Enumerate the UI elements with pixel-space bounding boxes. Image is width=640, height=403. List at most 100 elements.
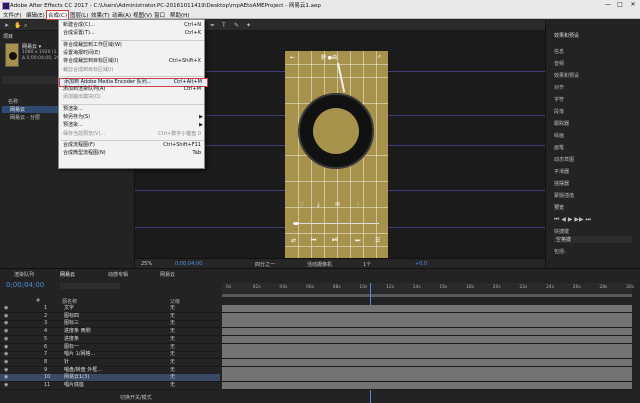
panel-item-brushes[interactable]: 画笔 [554, 144, 564, 151]
layer-parent-select[interactable]: 无 [170, 313, 175, 320]
pen-tool-icon[interactable]: ✒ [210, 22, 215, 29]
layer-parent-select[interactable]: 无 [170, 374, 175, 381]
panel-item-info[interactable]: 信息 [554, 48, 564, 55]
comp-name[interactable]: 网易云 ▾ [22, 43, 41, 50]
project-tab[interactable]: 项目 [3, 33, 13, 40]
shortcut-select[interactable]: 空格键 [554, 236, 632, 243]
viewer-time[interactable]: 0;00;04;00 [175, 261, 202, 267]
visibility-eye-icon[interactable]: ◉ [4, 367, 8, 374]
visibility-eye-icon[interactable]: ◉ [4, 305, 8, 312]
visibility-eye-icon[interactable]: ◉ [4, 336, 8, 343]
menu-item[interactable]: 设置海报时间(E) [59, 50, 206, 57]
panel-item-preview[interactable]: 预览 [554, 204, 564, 211]
layer-name[interactable]: 针 [64, 359, 69, 366]
tab-comp-2[interactable]: 动感专辑 [108, 271, 128, 278]
exposure-value[interactable]: +0.0 [415, 261, 427, 267]
right-panel-header[interactable]: 效果和预设 [554, 32, 579, 39]
panel-item-tracker[interactable]: 跟踪器 [554, 120, 569, 127]
layer-parent-select[interactable]: 无 [170, 367, 175, 374]
brush-tool-icon[interactable]: ✎ [234, 22, 239, 29]
layer-name[interactable]: 图标三 [64, 320, 79, 327]
layer-name[interactable]: 网易云1(3) [64, 374, 89, 381]
menu-file[interactable]: 文件(F) [3, 11, 21, 19]
hand-tool-icon[interactable]: ✋ [14, 22, 21, 29]
resolution-select[interactable]: 四分之一 [255, 261, 275, 268]
layer-name[interactable]: 文字 [64, 305, 74, 312]
layer-name[interactable]: 图标一 [64, 344, 79, 351]
selection-tool-icon[interactable]: ➤ [4, 22, 9, 29]
current-time[interactable]: 0;00;04;00 [6, 281, 44, 289]
zoom-tool-icon[interactable]: ⌕ [24, 22, 27, 30]
panel-item-mask-interp[interactable]: 蒙版插值 [554, 192, 574, 199]
visibility-eye-icon[interactable]: ◉ [4, 328, 8, 335]
preview-controls[interactable]: ⏮ ◀ ▶ ▶▶ ⏭ [554, 216, 591, 224]
menu-item[interactable]: 帧另存为(S) ▶ [59, 114, 206, 121]
tab-comp-3[interactable]: 网易云 [160, 271, 175, 278]
panel-item-smoother[interactable]: 平滑器 [554, 168, 569, 175]
layer-parent-select[interactable]: 无 [170, 328, 175, 335]
puppet-tool-icon[interactable]: ✦ [246, 22, 251, 29]
menu-item[interactable]: 合成微型流程图(N) Tab [59, 150, 206, 157]
close-button[interactable]: ✕ [628, 1, 638, 9]
menu-view[interactable]: 视图(V) [133, 11, 152, 19]
visibility-eye-icon[interactable]: ◉ [4, 313, 8, 320]
layer-row[interactable]: ◉ 11 唱片底座 无 [0, 382, 220, 390]
layer-name[interactable]: 唱片底座 [64, 382, 84, 389]
toggle-switches-modes[interactable]: 切换开关/模式 [120, 394, 152, 401]
menu-item[interactable]: 新建合成(C)... Ctrl+N [59, 22, 206, 29]
menu-item[interactable]: 将合成裁剪到目标区域(I) Ctrl+Shift+X [59, 58, 206, 65]
menu-edit[interactable]: 编辑(E) [26, 11, 45, 19]
phone-mockup[interactable]: ← 野 ●曲 ⇗ ♡ ⤓ ✉ ⋮ ⇄ ⏮ ⏯ ⏭ ☰ [285, 51, 388, 258]
layer-parent-select[interactable]: 无 [170, 305, 175, 312]
col-parent[interactable]: 父级 [170, 298, 180, 305]
maximize-button[interactable]: □ [615, 1, 625, 9]
panel-item-audio[interactable]: 音频 [554, 60, 564, 67]
menu-item[interactable]: 将合成裁剪到工作区域(W) [59, 42, 206, 49]
layer-parent-select[interactable]: 无 [170, 382, 175, 389]
menu-item[interactable]: 预渲染... ▶ [59, 122, 206, 129]
camera-select[interactable]: 活动摄像机 [307, 261, 332, 268]
panel-item-paint[interactable]: 绘画 [554, 132, 564, 139]
menu-item[interactable]: 预渲染... [59, 106, 206, 113]
name-column-header[interactable]: 名称 [8, 98, 18, 105]
menu-window[interactable]: 窗口 [154, 11, 165, 19]
panel-item-align[interactable]: 对齐 [554, 84, 564, 91]
visibility-eye-icon[interactable]: ◉ [4, 374, 8, 381]
layer-name[interactable]: 唱盘/转盘 外框... [64, 367, 102, 374]
menu-animation[interactable]: 动画(A) [112, 11, 131, 19]
panel-item-wiggler[interactable]: 摇摆器 [554, 180, 569, 187]
menu-item[interactable]: 合成流程图(F) Ctrl+Shift+F11 [59, 142, 206, 149]
zoom-level[interactable]: 25% [141, 261, 152, 267]
layer-name[interactable]: 唱片 1/网格... [64, 351, 95, 358]
panel-item-motion-sketch[interactable]: 动态草图 [554, 156, 574, 163]
menu-effect[interactable]: 效果(T) [91, 11, 110, 19]
col-source-name[interactable]: 源名称 [62, 298, 77, 305]
tab-comp-active[interactable]: 网易云 [60, 271, 75, 278]
layer-duration-bar[interactable] [222, 382, 632, 390]
visibility-eye-icon[interactable]: ◉ [4, 320, 8, 327]
menu-item[interactable]: 合成设置(T)... Ctrl+K [59, 30, 206, 37]
minimize-button[interactable]: — [603, 1, 613, 9]
tab-render-queue[interactable]: 渲染队列 [14, 271, 34, 278]
layer-parent-select[interactable]: 无 [170, 351, 175, 358]
visibility-eye-icon[interactable]: ◉ [4, 351, 8, 358]
layer-name[interactable]: 进度条 [64, 336, 79, 343]
panel-item-character[interactable]: 字符 [554, 96, 564, 103]
layer-name[interactable]: 进度条 两侧 [64, 328, 91, 335]
menu-help[interactable]: 帮助(H) [170, 11, 189, 19]
visibility-eye-icon[interactable]: ◉ [4, 344, 8, 351]
layer-parent-select[interactable]: 无 [170, 344, 175, 351]
menu-layer[interactable]: 图层(L) [70, 11, 88, 19]
layer-parent-select[interactable]: 无 [170, 320, 175, 327]
layer-name[interactable]: 图标四 [64, 313, 79, 320]
menu-item[interactable]: 添加到渲染队列(A) Ctrl+M [59, 86, 206, 93]
view-select[interactable]: 1个 [363, 261, 371, 268]
text-tool-icon[interactable]: T [222, 22, 226, 29]
layer-parent-select[interactable]: 无 [170, 359, 175, 366]
layer-search-input[interactable] [60, 283, 120, 289]
panel-item-paragraph[interactable]: 段落 [554, 108, 564, 115]
panel-item-effects[interactable]: 效果和预设 [554, 72, 579, 79]
layer-parent-select[interactable]: 无 [170, 336, 175, 343]
visibility-eye-icon[interactable]: ◉ [4, 359, 8, 366]
visibility-eye-icon[interactable]: ◉ [4, 382, 8, 389]
